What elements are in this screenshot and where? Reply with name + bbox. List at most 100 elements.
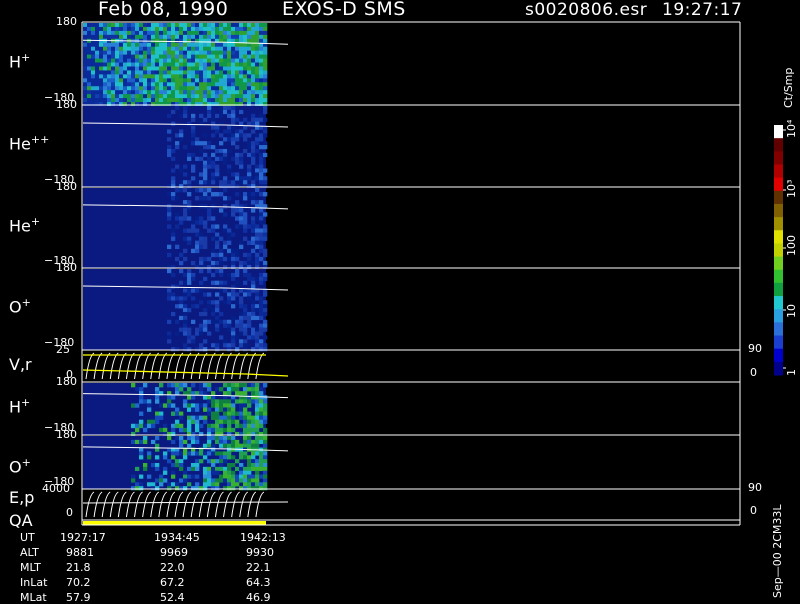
spectrogram-cell xyxy=(251,23,256,28)
spectrogram-cell xyxy=(167,58,172,63)
spectrogram-cell xyxy=(187,23,192,28)
spectrogram-cell xyxy=(191,26,196,32)
spectrogram-cell xyxy=(247,164,252,169)
spectrogram-cell xyxy=(255,304,260,309)
spectrogram-cell xyxy=(223,54,228,59)
spectrogram-cell xyxy=(215,280,220,285)
spectrogram-cell xyxy=(231,74,236,79)
spectrogram-cell xyxy=(171,86,176,91)
spectrogram-cell xyxy=(91,42,96,48)
spectrogram-cell xyxy=(263,106,268,111)
spectrogram-cell xyxy=(255,236,260,241)
spectrogram-cell xyxy=(239,260,244,266)
spectrogram-cell xyxy=(123,54,128,59)
spectrogram-cell xyxy=(131,30,136,36)
spectrogram-cell xyxy=(175,164,180,169)
spectrogram-cell xyxy=(111,78,116,83)
spectrogram-cell xyxy=(255,411,260,416)
spectrogram-cell xyxy=(115,54,120,59)
spectrogram-cell xyxy=(255,137,260,142)
spectrogram-cell xyxy=(223,50,228,55)
spectrogram-cell xyxy=(259,62,264,67)
spectrogram-cell xyxy=(147,419,152,425)
spectrogram-cell xyxy=(259,156,264,161)
spectrogram-cell xyxy=(211,82,216,87)
spectrogram-cell xyxy=(223,470,228,475)
spectrogram-cell xyxy=(175,82,180,87)
spectrogram-cell xyxy=(219,34,224,40)
spectrogram-cell xyxy=(183,180,188,185)
spectrogram-cell xyxy=(239,50,244,55)
spectrogram-cell xyxy=(187,280,192,285)
spectrogram-cell xyxy=(195,90,200,95)
spectrogram-cell xyxy=(235,34,240,40)
spectrogram-cell xyxy=(247,172,252,177)
spectrogram-cell xyxy=(155,463,160,468)
spectrogram-cell xyxy=(135,26,140,32)
spectrogram-cell xyxy=(147,54,152,59)
spectrogram-cell xyxy=(247,419,252,425)
spectrogram-cell xyxy=(247,296,252,301)
header-date: Feb 08, 1990 xyxy=(98,0,229,20)
spectrogram-cell xyxy=(243,415,248,420)
spectrogram-cell xyxy=(215,323,220,328)
spectrogram-cell xyxy=(227,78,232,83)
spectrogram-cell xyxy=(255,431,260,437)
spectrogram-cell xyxy=(107,50,112,55)
spectrogram-cell xyxy=(239,331,244,336)
spectrogram-cell xyxy=(239,486,244,491)
spectrogram-cell xyxy=(183,208,188,213)
spectrogram-cell xyxy=(91,90,96,95)
spectrogram-cell xyxy=(259,315,264,321)
spectrogram-cell xyxy=(251,304,256,309)
spectrogram-cell xyxy=(191,117,196,122)
spectrogram-cell xyxy=(255,459,260,464)
panel-species: QA xyxy=(9,511,33,530)
spectrogram-cell xyxy=(219,459,224,464)
spectrogram-cell xyxy=(259,236,264,241)
pitch-curve xyxy=(158,352,168,380)
spectrogram-cell xyxy=(155,42,160,48)
spectrogram-cell xyxy=(95,98,100,103)
spectrogram-cell xyxy=(123,62,128,67)
spectrogram-cell xyxy=(255,466,260,472)
spectrogram-cell xyxy=(227,327,232,332)
spectrogram-cell xyxy=(251,62,256,67)
spectrogram-cell xyxy=(159,102,164,107)
spectrogram-cell xyxy=(147,403,152,408)
spectrogram-cell xyxy=(127,58,132,63)
spectrogram-cell xyxy=(187,46,192,51)
spectrogram-cell xyxy=(107,30,112,36)
spectrogram-cell xyxy=(111,34,116,40)
spectrogram-cell xyxy=(215,431,220,437)
spectrogram-cell xyxy=(211,117,216,122)
spectrogram-cell xyxy=(195,94,200,99)
spectrogram-cell xyxy=(215,113,220,119)
pitch-curve xyxy=(223,352,232,380)
spectrogram-cell xyxy=(187,30,192,36)
spectrogram-cell xyxy=(215,387,220,392)
spectrogram-cell xyxy=(163,102,168,107)
spectrogram-cell xyxy=(171,439,176,445)
spectrogram-cell xyxy=(259,208,264,213)
spectrogram-cell xyxy=(187,38,192,44)
spectrogram-cell xyxy=(183,470,188,475)
spectrogram-cell xyxy=(191,137,196,142)
spectrogram-cell xyxy=(243,58,248,63)
spectrogram-cell xyxy=(187,192,192,197)
spectrogram-cell xyxy=(223,106,228,111)
spectrogram-cell xyxy=(95,42,100,48)
spectrogram-cell xyxy=(119,23,124,28)
spectrogram-cell xyxy=(247,98,252,103)
spectrogram-cell xyxy=(175,66,180,71)
spectrogram-cell xyxy=(239,46,244,51)
spectrogram-cell xyxy=(255,256,260,262)
spectrogram-cell xyxy=(87,58,92,63)
spectrogram-cell xyxy=(195,474,200,479)
spectrogram-cell xyxy=(87,102,92,107)
panel-4 xyxy=(81,267,741,352)
spectrogram-cell xyxy=(195,23,200,28)
spectrogram-cell xyxy=(103,98,108,103)
spectrogram-cell xyxy=(247,176,252,181)
spectrogram-cell xyxy=(179,113,184,119)
